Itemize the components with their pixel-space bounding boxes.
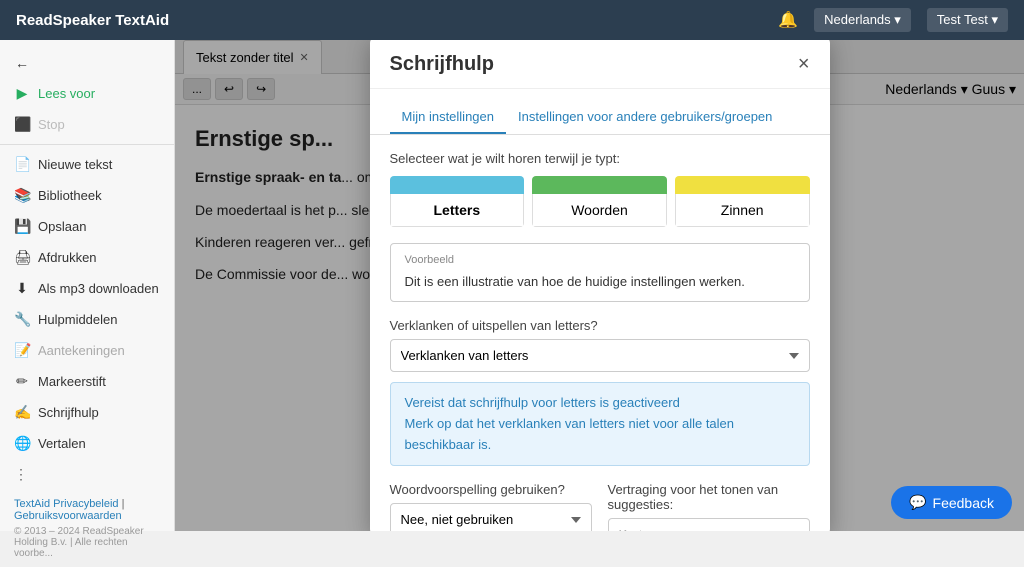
- tab-andere-instellingen[interactable]: Instellingen voor andere gebruikers/groe…: [506, 101, 784, 134]
- woordvoorspelling-label: Woordvoorspelling gebruiken?: [390, 482, 592, 497]
- layout: ← ▶ Lees voor ⬛ Stop 📄 Nieuwe tekst 📚 Bi…: [0, 40, 1024, 531]
- verklanken-label: Verklanken of uitspellen van letters?: [390, 318, 810, 333]
- sidebar-item-schrijfhulp[interactable]: ✍ Schrijfhulp: [0, 397, 174, 428]
- sidebar-divider-1: [0, 144, 174, 145]
- modal-overlay[interactable]: Schrijfhulp × Mijn instellingen Instelli…: [175, 40, 1024, 531]
- privacy-link[interactable]: TextAid Privacybeleid: [14, 498, 119, 510]
- print-icon: 🖨: [14, 249, 30, 266]
- modal-tabs: Mijn instellingen Instellingen voor ande…: [370, 89, 830, 135]
- highlighter-icon: ✏: [14, 373, 30, 390]
- sidebar-item-mp3[interactable]: ⬇ Als mp3 downloaden: [0, 273, 174, 304]
- example-box: Voorbeeld Dit is een illustratie van hoe…: [390, 243, 810, 303]
- sidebar-lees-voor[interactable]: ▶ Lees voor: [0, 78, 174, 109]
- sidebar-stop-label: Stop: [38, 117, 65, 132]
- sidebar-more[interactable]: ⋮: [0, 459, 174, 490]
- sidebar-lees-voor-label: Lees voor: [38, 86, 95, 101]
- vertraging-label: Vertraging voor het tonen van suggesties…: [608, 482, 810, 512]
- feedback-button[interactable]: 💬 Feedback: [891, 486, 1012, 519]
- app-title: ReadSpeaker TextAid: [16, 12, 169, 29]
- document-icon: 📄: [14, 156, 30, 173]
- sidebar-item-bibliotheek[interactable]: 📚 Bibliotheek: [0, 180, 174, 211]
- bell-icon: 🔔: [778, 10, 798, 30]
- sidebar-item-hulpmiddelen[interactable]: 🔧 Hulpmiddelen: [0, 304, 174, 335]
- modal-schrijfhulp: Schrijfhulp × Mijn instellingen Instelli…: [370, 40, 830, 531]
- download-icon: ⬇: [14, 280, 30, 297]
- sidebar: ← ▶ Lees voor ⬛ Stop 📄 Nieuwe tekst 📚 Bi…: [0, 40, 175, 531]
- back-icon: ←: [14, 55, 30, 71]
- info-line-1: Vereist dat schrijfhulp voor letters is …: [405, 393, 795, 414]
- save-icon: 💾: [14, 218, 30, 235]
- main-area: Tekst zonder titel ✕ ... ↩ ↪ Nederlands …: [175, 40, 1024, 531]
- library-icon: 📚: [14, 187, 30, 204]
- vertraging-select[interactable]: Kort Normaal Lang: [608, 518, 810, 531]
- modal-body: Selecteer wat je wilt horen terwijl je t…: [370, 135, 830, 532]
- sidebar-footer: TextAid Privacybeleid | Gebruiksvoorwaar…: [0, 490, 174, 567]
- chat-icon: 💬: [909, 494, 926, 511]
- feedback-label: Feedback: [933, 495, 994, 511]
- option-letters[interactable]: Letters: [390, 176, 525, 227]
- top-bar: ReadSpeaker TextAid 🔔 Nederlands ▾ Test …: [0, 0, 1024, 40]
- terms-link[interactable]: Gebruiksvoorwaarden: [14, 510, 122, 522]
- info-line-2: Merk op dat het verklanken van letters n…: [405, 414, 795, 456]
- modal-close-button[interactable]: ×: [798, 54, 810, 74]
- woordvoorspelling-select[interactable]: Nee, niet gebruiken Ja, gebruiken: [390, 503, 592, 531]
- sidebar-item-nieuwe-tekst[interactable]: 📄 Nieuwe tekst: [0, 149, 174, 180]
- translate-icon: 🌐: [14, 435, 30, 452]
- option-woorden[interactable]: Woorden: [532, 176, 667, 227]
- sidebar-item-afdrukken[interactable]: 🖨 Afdrukken: [0, 242, 174, 273]
- sidebar-item-markeerstift[interactable]: ✏ Markeerstift: [0, 366, 174, 397]
- stop-icon: ⬛: [14, 116, 30, 133]
- sidebar-item-opslaan[interactable]: 💾 Opslaan: [0, 211, 174, 242]
- example-title: Voorbeeld: [405, 254, 795, 266]
- modal-header: Schrijfhulp ×: [370, 40, 830, 89]
- sidebar-item-vertalen[interactable]: 🌐 Vertalen: [0, 428, 174, 459]
- language-button[interactable]: Nederlands ▾: [814, 8, 911, 32]
- tab-mijn-instellingen[interactable]: Mijn instellingen: [390, 101, 507, 134]
- sidebar-back[interactable]: ←: [0, 48, 174, 78]
- example-text: Dit is een illustratie van hoe de huidig…: [405, 272, 795, 292]
- tools-icon: 🔧: [14, 311, 30, 328]
- option-buttons: Letters Woorden Zinnen: [390, 176, 810, 227]
- section-label: Selecteer wat je wilt horen terwijl je t…: [390, 151, 810, 166]
- write-icon: ✍: [14, 404, 30, 421]
- bottom-form-row: Woordvoorspelling gebruiken? Nee, niet g…: [390, 482, 810, 531]
- woordvoorspelling-col: Woordvoorspelling gebruiken? Nee, niet g…: [390, 482, 592, 531]
- sidebar-item-aantekeningen[interactable]: 📝 Aantekeningen: [0, 335, 174, 366]
- vertraging-col: Vertraging voor het tonen van suggesties…: [608, 482, 810, 531]
- modal-title: Schrijfhulp: [390, 53, 494, 76]
- user-button[interactable]: Test Test ▾: [927, 8, 1008, 32]
- info-box: Vereist dat schrijfhulp voor letters is …: [390, 382, 810, 466]
- sidebar-stop[interactable]: ⬛ Stop: [0, 109, 174, 140]
- verklanken-select[interactable]: Verklanken van letters Uitspellen van le…: [390, 339, 810, 372]
- option-zinnen[interactable]: Zinnen: [675, 176, 810, 227]
- play-icon: ▶: [14, 85, 30, 102]
- notes-icon: 📝: [14, 342, 30, 359]
- top-bar-right: 🔔 Nederlands ▾ Test Test ▾: [778, 8, 1008, 32]
